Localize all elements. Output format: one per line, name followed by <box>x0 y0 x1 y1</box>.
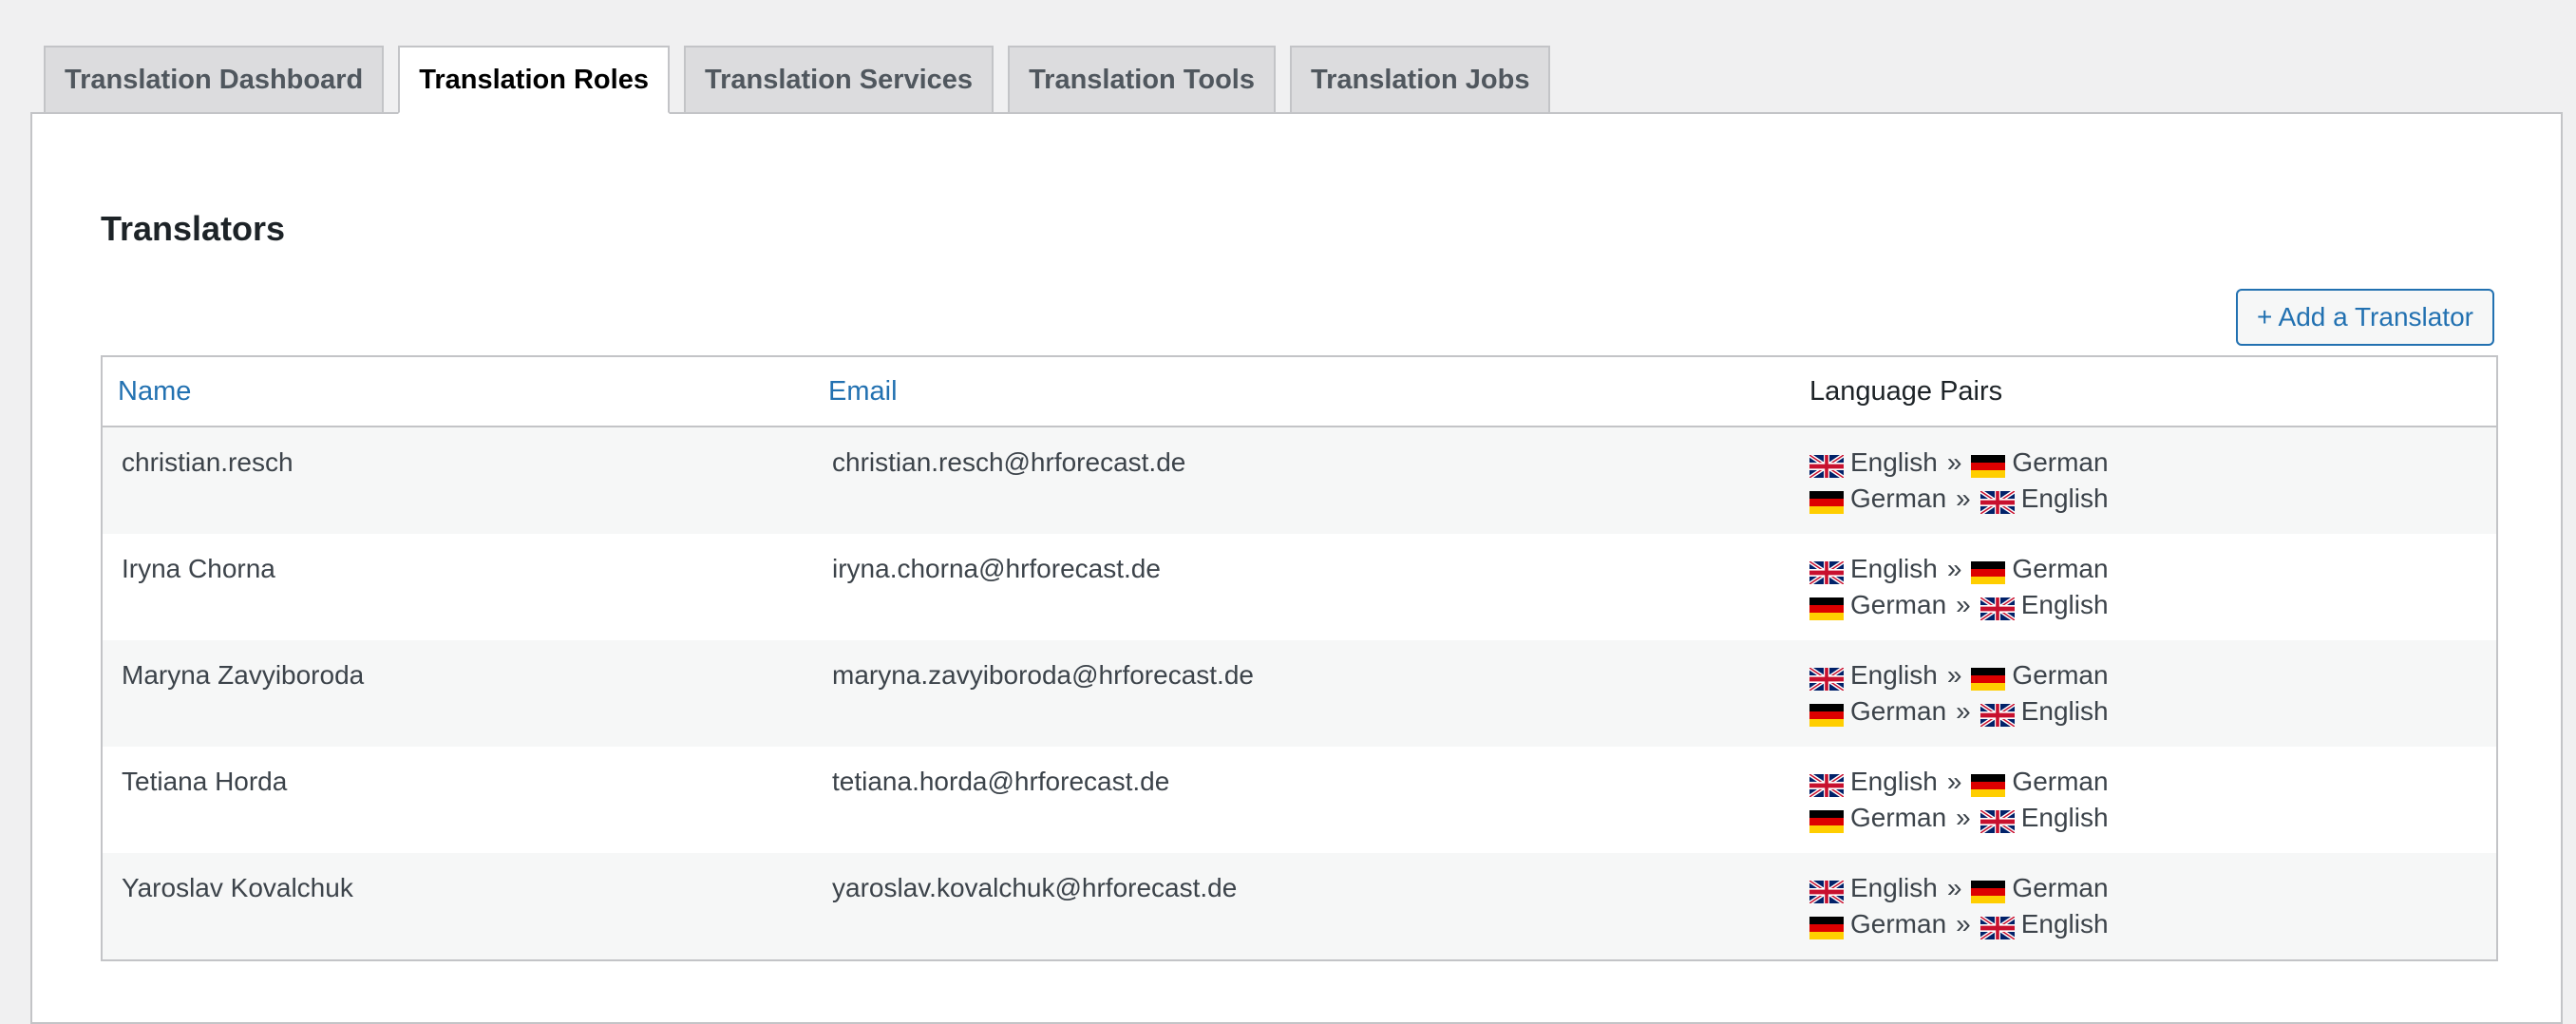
column-header-language-pairs: Language Pairs <box>1809 375 2003 407</box>
target-language: English <box>2020 484 2109 513</box>
target-language: German <box>2012 767 2109 796</box>
translator-name: christian.resch <box>122 447 294 477</box>
table-row: Tetiana Horda tetiana.horda@hrforecast.de… <box>103 747 2496 853</box>
translator-email: tetiana.horda@hrforecast.de <box>832 767 1170 796</box>
pair-separator: » <box>1946 447 1962 477</box>
language-pairs: English » German German » English <box>1809 657 2109 730</box>
section-title: Translators <box>101 209 286 248</box>
pair-separator: » <box>1956 909 1971 939</box>
uk-flag-icon <box>1809 770 1845 800</box>
table-header: Name Email Language Pairs <box>103 357 2496 427</box>
germany-flag-icon <box>1971 664 2006 691</box>
target-language: English <box>2020 803 2109 832</box>
tab-translation-dashboard[interactable]: Translation Dashboard <box>44 46 385 112</box>
source-language: English <box>1850 767 1938 796</box>
table-row: Yaroslav Kovalchuk yaroslav.kovalchuk@hrf… <box>103 853 2496 959</box>
language-pair: English » German <box>1809 870 2109 906</box>
germany-flag-icon <box>1809 806 1844 833</box>
pair-separator: » <box>1946 873 1962 902</box>
source-language: German <box>1850 484 1947 513</box>
translator-email: yaroslav.kovalchuk@hrforecast.de <box>832 873 1238 902</box>
language-pair: German » English <box>1809 693 2109 730</box>
tab-translation-tools[interactable]: Translation Tools <box>1008 46 1276 112</box>
language-pairs: English » German German » English <box>1809 870 2109 942</box>
pair-separator: » <box>1956 696 1971 726</box>
source-language: German <box>1850 803 1947 832</box>
germany-flag-icon <box>1971 877 2006 903</box>
germany-flag-icon <box>1971 558 2006 584</box>
translator-name: Yaroslav Kovalchuk <box>122 873 353 902</box>
uk-flag-icon <box>1809 451 1845 481</box>
pair-separator: » <box>1956 590 1971 619</box>
tab-bar: Translation Dashboard Translation Roles … <box>44 46 1551 114</box>
pair-separator: » <box>1946 660 1962 690</box>
source-language: German <box>1850 590 1947 619</box>
pair-separator: » <box>1956 803 1971 832</box>
table-row: christian.resch christian.resch@hrforecas… <box>103 427 2496 534</box>
translator-email: iryna.chorna@hrforecast.de <box>832 554 1161 583</box>
target-language: English <box>2020 909 2109 939</box>
source-language: German <box>1850 909 1947 939</box>
tab-translation-roles[interactable]: Translation Roles <box>398 46 670 114</box>
uk-flag-icon <box>1979 913 2016 942</box>
language-pair: German » English <box>1809 906 2109 942</box>
source-language: English <box>1850 873 1938 902</box>
language-pair: English » German <box>1809 764 2109 800</box>
uk-flag-icon <box>1979 700 2016 730</box>
germany-flag-icon <box>1809 700 1844 727</box>
uk-flag-icon <box>1809 877 1845 906</box>
language-pairs: English » German German » English <box>1809 764 2109 836</box>
language-pair: English » German <box>1809 657 2109 693</box>
uk-flag-icon <box>1979 487 2016 517</box>
germany-flag-icon <box>1971 770 2006 797</box>
table-row: Maryna Zavyiboroda maryna.zavyiboroda@hrf… <box>103 640 2496 747</box>
uk-flag-icon <box>1979 594 2016 623</box>
germany-flag-icon <box>1809 913 1844 939</box>
tab-panel: Translators + Add a Translator Name Emai… <box>30 112 2563 1024</box>
pair-separator: » <box>1956 484 1971 513</box>
uk-flag-icon <box>1809 664 1845 693</box>
germany-flag-icon <box>1809 487 1844 514</box>
uk-flag-icon <box>1979 806 2016 836</box>
germany-flag-icon <box>1971 451 2006 478</box>
language-pair: English » German <box>1809 551 2109 587</box>
language-pairs: English » German German » English <box>1809 445 2109 517</box>
translators-table: Name Email Language Pairs christian.resc… <box>101 355 2498 961</box>
target-language: German <box>2012 554 2109 583</box>
language-pair: German » English <box>1809 587 2109 623</box>
target-language: German <box>2012 447 2109 477</box>
add-translator-button[interactable]: + Add a Translator <box>2235 289 2494 346</box>
pair-separator: » <box>1946 554 1962 583</box>
target-language: English <box>2020 696 2109 726</box>
table-row: Iryna Chorna iryna.chorna@hrforecast.de En… <box>103 534 2496 640</box>
source-language: English <box>1850 554 1938 583</box>
translator-name: Tetiana Horda <box>122 767 288 796</box>
target-language: German <box>2012 873 2109 902</box>
source-language: German <box>1850 696 1947 726</box>
source-language: English <box>1850 660 1938 690</box>
uk-flag-icon <box>1809 558 1845 587</box>
germany-flag-icon <box>1809 594 1844 620</box>
translator-email: maryna.zavyiboroda@hrforecast.de <box>832 660 1254 690</box>
translator-name: Iryna Chorna <box>122 554 275 583</box>
translator-name: Maryna Zavyiboroda <box>122 660 365 690</box>
language-pair: German » English <box>1809 800 2109 836</box>
language-pair: English » German <box>1809 445 2109 481</box>
target-language: English <box>2020 590 2109 619</box>
translator-email: christian.resch@hrforecast.de <box>832 447 1186 477</box>
tab-translation-jobs[interactable]: Translation Jobs <box>1290 46 1551 112</box>
tab-translation-services[interactable]: Translation Services <box>683 46 994 112</box>
column-header-name[interactable]: Name <box>118 357 191 426</box>
language-pair: German » English <box>1809 481 2109 517</box>
language-pairs: English » German German » English <box>1809 551 2109 623</box>
table-body: christian.resch christian.resch@hrforecas… <box>103 427 2496 959</box>
column-header-email[interactable]: Email <box>828 357 898 426</box>
target-language: German <box>2012 660 2109 690</box>
source-language: English <box>1850 447 1938 477</box>
pair-separator: » <box>1946 767 1962 796</box>
